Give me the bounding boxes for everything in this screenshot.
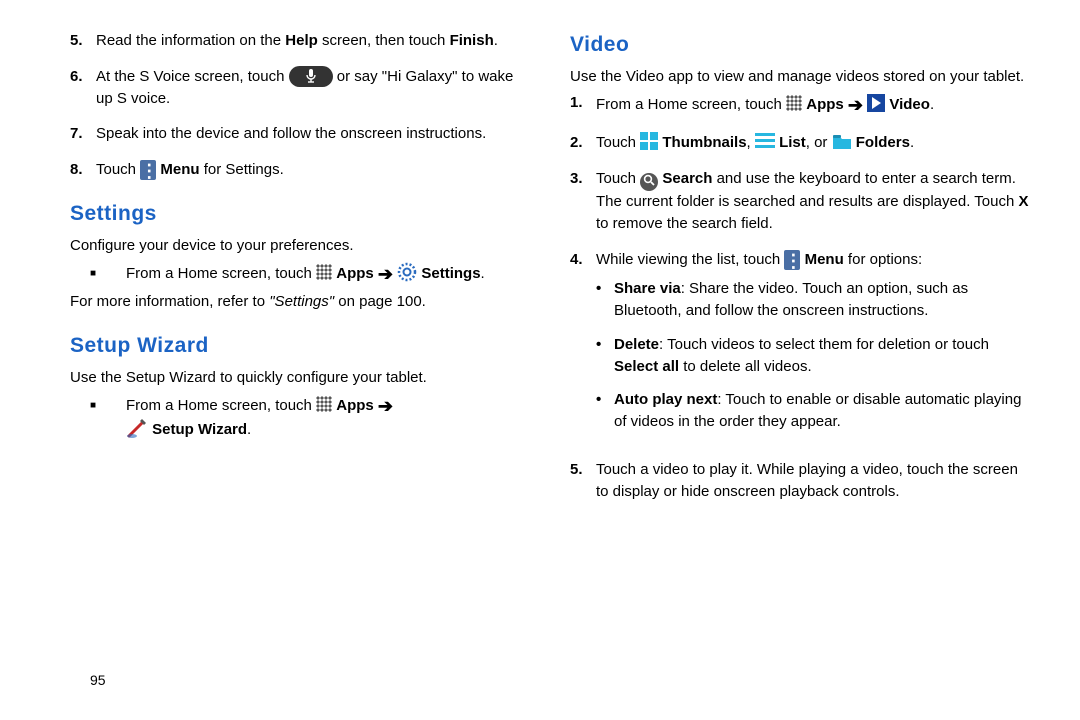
arrow-icon: ➔ bbox=[378, 264, 393, 284]
page-number: 95 bbox=[90, 672, 106, 688]
video-step-3: 3. Touch Search and use the keyboard to … bbox=[570, 168, 1030, 235]
step-8: 8. Touch Menu for Settings. bbox=[70, 159, 530, 181]
video-play-icon bbox=[867, 94, 885, 112]
wizard-icon bbox=[126, 421, 148, 438]
right-column: Video Use the Video app to view and mana… bbox=[570, 30, 1030, 516]
setup-bullet: From a Home screen, touch Apps ➔ Setup W… bbox=[70, 393, 530, 441]
heading-video: Video bbox=[570, 30, 1030, 60]
heading-setup-wizard: Setup Wizard bbox=[70, 331, 530, 361]
sub-auto-play-next: Auto play next: Touch to enable or disab… bbox=[596, 389, 1030, 433]
video-step-4: 4. While viewing the list, touch Menu fo… bbox=[570, 249, 1030, 445]
folder-icon bbox=[832, 134, 852, 151]
arrow-icon: ➔ bbox=[378, 396, 393, 416]
apps-icon bbox=[316, 264, 332, 280]
video-step-1: 1. From a Home screen, touch Apps ➔ Vide… bbox=[570, 92, 1030, 118]
settings-more: For more information, refer to "Settings… bbox=[70, 291, 530, 313]
video-step-2: 2. Touch Thumbnails, List, or Folders. bbox=[570, 132, 1030, 154]
search-icon bbox=[640, 173, 658, 191]
step-7: 7. Speak into the device and follow the … bbox=[70, 123, 530, 145]
video-step-5: 5. Touch a video to play it. While playi… bbox=[570, 459, 1030, 503]
sub-delete: Delete: Touch videos to select them for … bbox=[596, 334, 1030, 378]
heading-settings: Settings bbox=[70, 199, 530, 229]
menu-icon bbox=[140, 160, 156, 180]
sub-share-via: Share via: Share the video. Touch an opt… bbox=[596, 278, 1030, 322]
manual-page: 5. Read the information on the Help scre… bbox=[0, 0, 1080, 526]
apps-icon bbox=[316, 396, 332, 412]
settings-bullet: From a Home screen, touch Apps ➔ Setting… bbox=[70, 261, 530, 287]
gear-icon bbox=[397, 265, 417, 282]
step-5: 5. Read the information on the Help scre… bbox=[70, 30, 530, 52]
video-intro: Use the Video app to view and manage vid… bbox=[570, 66, 1030, 88]
thumbnails-icon bbox=[640, 132, 658, 150]
left-column: 5. Read the information on the Help scre… bbox=[70, 30, 530, 516]
arrow-icon: ➔ bbox=[848, 95, 863, 115]
menu-icon bbox=[784, 250, 800, 270]
step-6: 6. At the S Voice screen, touch or say "… bbox=[70, 66, 530, 110]
mic-icon bbox=[289, 66, 333, 87]
settings-intro: Configure your device to your preference… bbox=[70, 235, 530, 257]
setup-intro: Use the Setup Wizard to quickly configur… bbox=[70, 367, 530, 389]
apps-icon bbox=[786, 95, 802, 111]
list-icon bbox=[755, 133, 775, 149]
